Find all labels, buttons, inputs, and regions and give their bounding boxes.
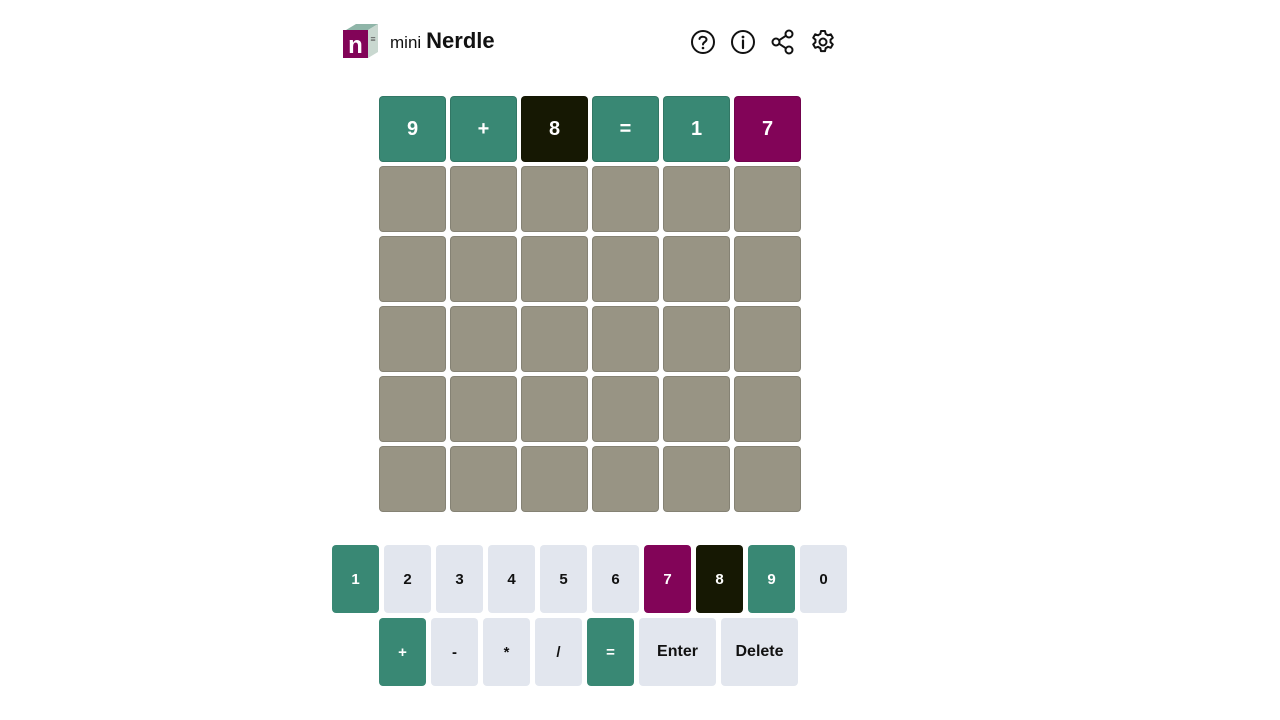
tile-r2-c2 xyxy=(450,166,517,232)
tile-r2-c5 xyxy=(663,166,730,232)
svg-text:≡: ≡ xyxy=(370,34,375,44)
tile-r5-c1 xyxy=(379,376,446,442)
tile-r5-c2 xyxy=(450,376,517,442)
tile-r1-c4: = xyxy=(592,96,659,162)
tile-r1-c5: 1 xyxy=(663,96,730,162)
tile-r2-c4 xyxy=(592,166,659,232)
tile-r3-c1 xyxy=(379,236,446,302)
header: n ≡ mini Nerdle xyxy=(340,22,840,62)
tile-r3-c2 xyxy=(450,236,517,302)
nerdle-app: n ≡ mini Nerdle 9 + 8 = 1 7 1 2 3 4 5 6 … xyxy=(0,0,1280,720)
keyboard-row-digits: 1234567890 xyxy=(332,545,847,613)
tile-r1-c2: + xyxy=(450,96,517,162)
tile-r6-c4 xyxy=(592,446,659,512)
logo-icon: n ≡ xyxy=(340,22,382,60)
tile-r4-c3 xyxy=(521,306,588,372)
tile-r1-c3: 8 xyxy=(521,96,588,162)
tile-r4-c2 xyxy=(450,306,517,372)
key-multiply-button[interactable]: * xyxy=(483,618,530,686)
tile-r2-c6 xyxy=(734,166,801,232)
tile-r6-c1 xyxy=(379,446,446,512)
key-plus-button[interactable]: + xyxy=(379,618,426,686)
key-8-button[interactable]: 8 xyxy=(696,545,743,613)
key-6-button[interactable]: 6 xyxy=(592,545,639,613)
key-4-button[interactable]: 4 xyxy=(488,545,535,613)
tile-r4-c5 xyxy=(663,306,730,372)
keyboard-row-operators: + - * / = Enter Delete xyxy=(379,618,798,686)
title-mini: mini xyxy=(390,33,422,52)
tile-r3-c3 xyxy=(521,236,588,302)
page-title: mini Nerdle xyxy=(390,28,495,56)
tile-r2-c1 xyxy=(379,166,446,232)
tile-r2-c3 xyxy=(521,166,588,232)
key-equals-button[interactable]: = xyxy=(587,618,634,686)
title-nerdle: Nerdle xyxy=(426,28,495,53)
tile-r6-c2 xyxy=(450,446,517,512)
tile-r6-c6 xyxy=(734,446,801,512)
tile-r6-c3 xyxy=(521,446,588,512)
info-icon[interactable] xyxy=(729,28,757,56)
tile-r3-c6 xyxy=(734,236,801,302)
key-delete-button[interactable]: Delete xyxy=(721,618,798,686)
tile-r1-c1: 9 xyxy=(379,96,446,162)
tile-r6-c5 xyxy=(663,446,730,512)
logo-letter: n xyxy=(348,32,363,59)
key-0-button[interactable]: 0 xyxy=(800,545,847,613)
key-3-button[interactable]: 3 xyxy=(436,545,483,613)
key-1-button[interactable]: 1 xyxy=(332,545,379,613)
tile-r3-c5 xyxy=(663,236,730,302)
tile-r1-c6: 7 xyxy=(734,96,801,162)
key-2-button[interactable]: 2 xyxy=(384,545,431,613)
tile-r4-c6 xyxy=(734,306,801,372)
tile-r5-c3 xyxy=(521,376,588,442)
tile-r5-c5 xyxy=(663,376,730,442)
tile-r5-c4 xyxy=(592,376,659,442)
tile-r5-c6 xyxy=(734,376,801,442)
key-5-button[interactable]: 5 xyxy=(540,545,587,613)
key-divide-button[interactable]: / xyxy=(535,618,582,686)
help-icon[interactable] xyxy=(689,28,717,56)
game-board: 9 +8 = 1 7 xyxy=(379,96,801,512)
tile-r3-c4 xyxy=(592,236,659,302)
tile-r4-c1 xyxy=(379,306,446,372)
settings-icon[interactable] xyxy=(809,28,837,56)
key-enter-button[interactable]: Enter xyxy=(639,618,716,686)
tile-r4-c4 xyxy=(592,306,659,372)
key-7-button[interactable]: 7 xyxy=(644,545,691,613)
share-icon[interactable] xyxy=(769,28,797,56)
key-minus-button[interactable]: - xyxy=(431,618,478,686)
key-9-button[interactable]: 9 xyxy=(748,545,795,613)
